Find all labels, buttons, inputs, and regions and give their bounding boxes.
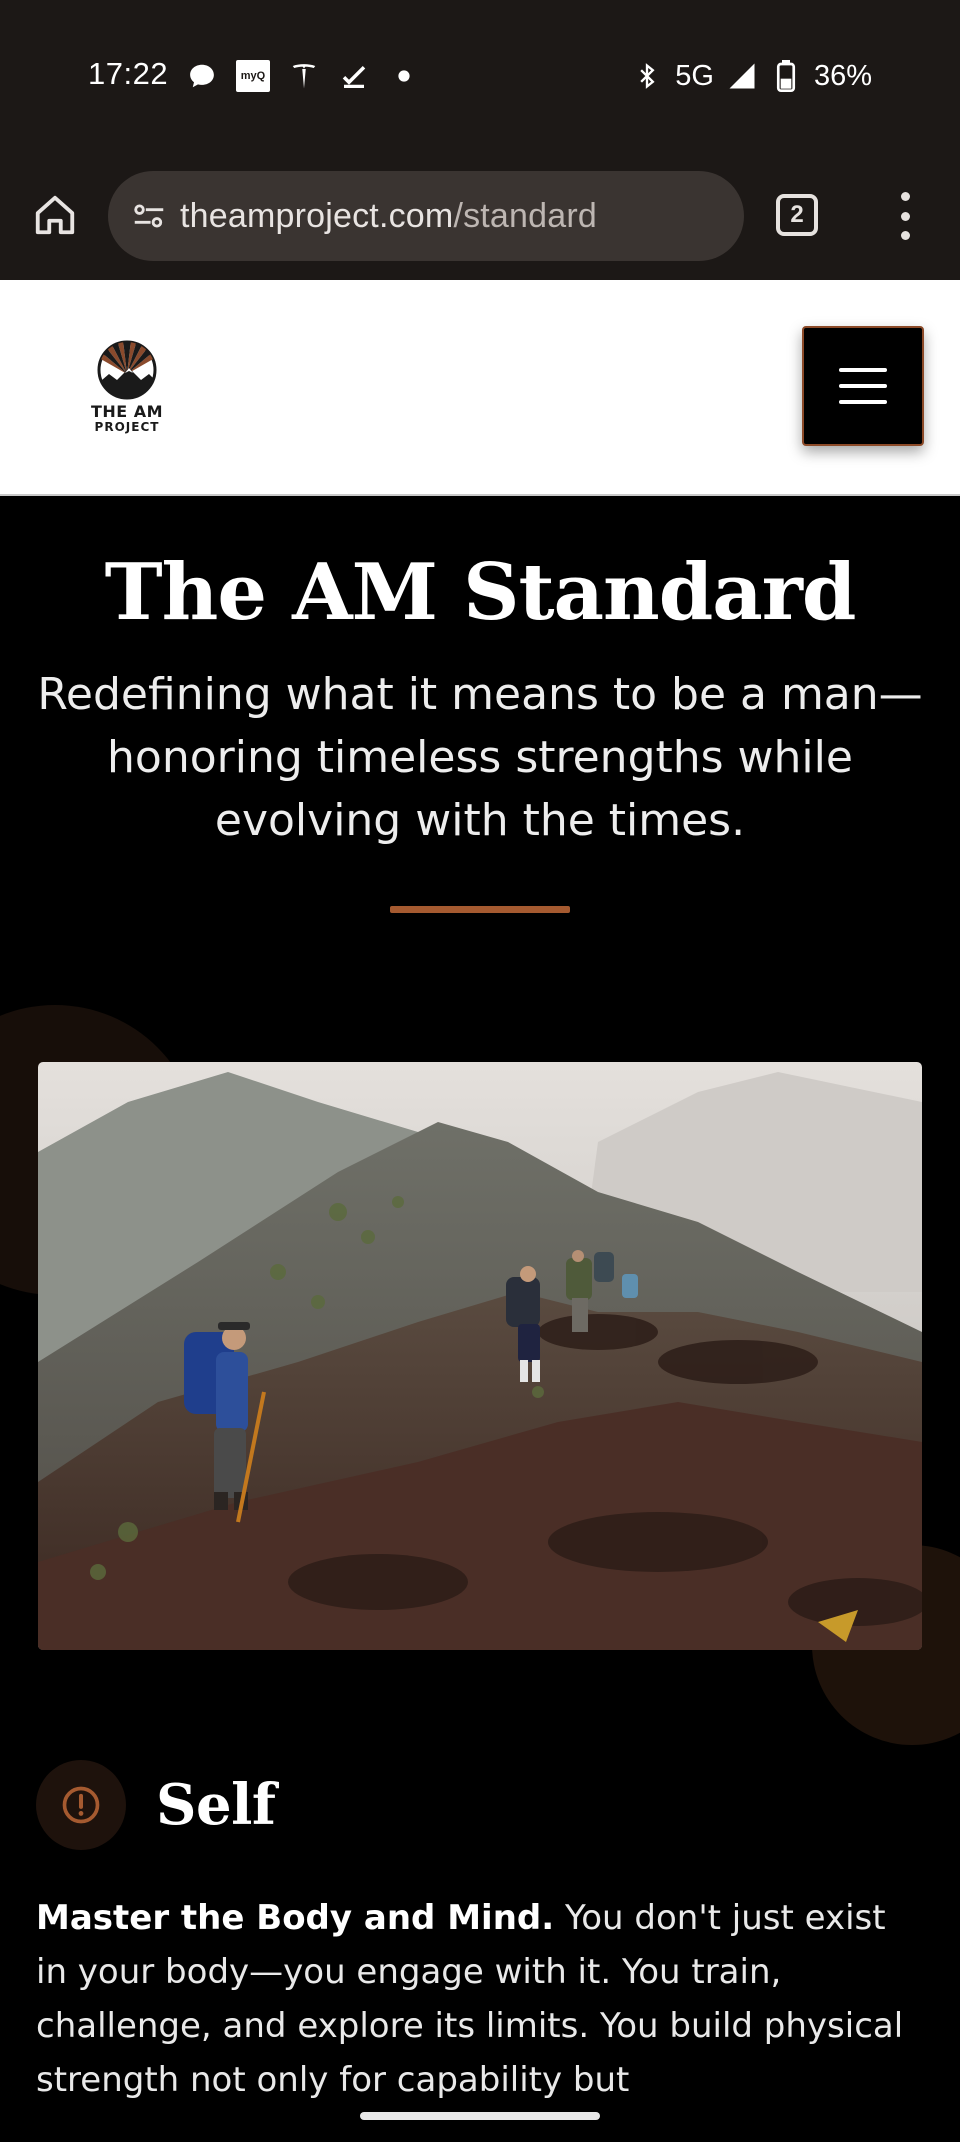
gesture-nav-handle[interactable]	[360, 2112, 600, 2120]
page-title: The AM Standard	[104, 547, 857, 638]
site-header: THE AM PROJECT	[0, 280, 960, 496]
logo-line-2: PROJECT	[94, 420, 160, 434]
tesla-icon	[288, 60, 320, 92]
myq-icon: myQ	[236, 60, 270, 92]
url-text[interactable]: theamproject.com/standard	[180, 197, 597, 236]
url-domain: theamproject.com	[180, 196, 454, 235]
accent-divider	[390, 906, 570, 913]
menu-bar	[839, 384, 887, 388]
more-dot	[900, 211, 910, 221]
status-bar: 17:22 myQ 5G 36%	[0, 0, 960, 150]
dot-icon	[388, 60, 420, 92]
home-icon	[35, 195, 75, 235]
alert-circle-icon	[36, 1760, 126, 1850]
hamburger-menu-button[interactable]	[802, 326, 924, 446]
signal-icon	[726, 60, 758, 92]
notification-icons: myQ	[186, 56, 420, 96]
home-button[interactable]	[30, 186, 80, 244]
url-path: /standard	[453, 196, 597, 235]
section-title: Self	[156, 1772, 276, 1838]
hikers-mountain-photo	[38, 1062, 922, 1650]
download-done-icon	[338, 60, 370, 92]
tab-switcher-button[interactable]: 2	[776, 194, 818, 236]
logo-line-1: THE AM	[90, 402, 164, 421]
section-body: Master the Body and Mind. You don't just…	[36, 1891, 916, 2107]
browser-toolbar: theamproject.com/standard 2	[0, 150, 960, 280]
more-dot	[900, 192, 910, 201]
status-time: 17:22	[88, 56, 169, 91]
section-lead: Master the Body and Mind.	[36, 1898, 555, 1938]
battery-percent: 36%	[813, 59, 872, 92]
bluetooth-icon	[631, 60, 663, 92]
site-settings-icon[interactable]	[124, 191, 174, 241]
page-subtitle: Redefining what it means to be a man—hon…	[37, 669, 923, 846]
logo-wordmark: THE AM PROJECT	[90, 402, 164, 434]
network-type: 5G	[675, 59, 714, 92]
site-logo[interactable]: THE AM PROJECT	[88, 340, 166, 436]
address-bar[interactable]: theamproject.com/standard	[108, 171, 744, 261]
section-header-self: Self	[36, 1760, 276, 1850]
system-icons: 5G 36%	[631, 56, 872, 96]
battery-icon	[770, 60, 802, 92]
menu-bar	[839, 368, 887, 372]
menu-bar	[839, 400, 887, 404]
sunrise-mountain-logo-icon	[97, 340, 157, 400]
main-content: The AM Standard Redefining what it means…	[0, 497, 960, 2142]
chat-bubble-icon	[186, 60, 218, 92]
more-dot	[900, 231, 910, 240]
more-options-button[interactable]	[880, 190, 930, 242]
